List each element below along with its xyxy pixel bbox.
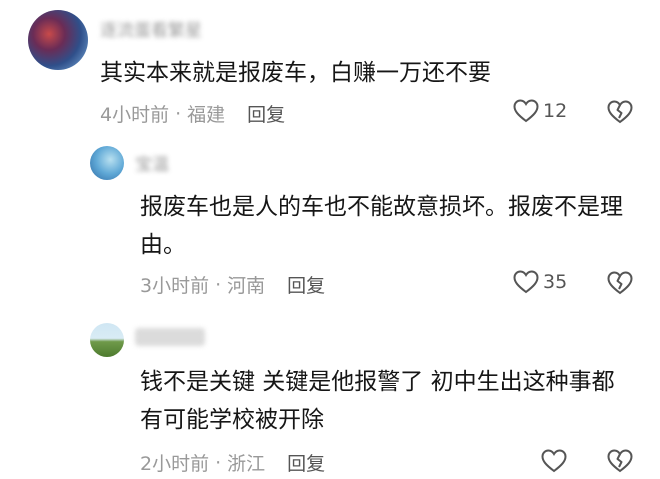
like-button[interactable]: 12 (513, 99, 567, 123)
like-button[interactable] (541, 449, 567, 473)
dislike-button[interactable] (607, 271, 633, 299)
heart-outline-icon (513, 99, 539, 123)
reply-button[interactable]: 回复 (247, 100, 285, 127)
avatar[interactable] (28, 10, 88, 70)
location: 浙江 (227, 453, 266, 475)
broken-heart-icon (607, 100, 633, 124)
username[interactable]: 逐流蛋看繁星 (100, 16, 202, 41)
meta-separator: · (215, 273, 222, 296)
meta-separator: · (175, 102, 182, 125)
comment-meta: 2小时前 · 浙江 回复 (140, 449, 325, 476)
location: 福建 (187, 104, 226, 126)
like-count: 35 (543, 271, 568, 293)
avatar[interactable] (90, 323, 124, 357)
like-count: 12 (543, 100, 568, 122)
comment-meta: 4小时前 · 福建 回复 (100, 100, 285, 127)
timestamp: 4小时前 (100, 104, 170, 126)
broken-heart-icon (607, 271, 633, 295)
reply-button[interactable]: 回复 (287, 449, 325, 476)
username[interactable]: 宝温 (135, 150, 169, 175)
avatar[interactable] (90, 146, 124, 180)
location: 河南 (227, 275, 266, 297)
comment-text: 报废车也是人的车也不能故意损坏。报废不是理由。 (140, 194, 623, 258)
broken-heart-icon (607, 449, 633, 473)
heart-outline-icon (513, 270, 539, 294)
dislike-button[interactable] (607, 100, 633, 128)
comment-meta: 3小时前 · 河南 回复 (140, 271, 325, 298)
timestamp: 2小时前 (140, 453, 210, 475)
heart-outline-icon (541, 449, 567, 473)
like-button[interactable]: 35 (513, 270, 567, 294)
comment-text: 钱不是关键 关键是他报警了 初中生出这种事都有可能学校被开除 (140, 369, 615, 433)
username[interactable] (135, 328, 205, 346)
meta-separator: · (215, 451, 222, 474)
comment-text: 其实本来就是报废车，白赚一万还不要 (100, 60, 491, 86)
dislike-button[interactable] (607, 449, 633, 477)
reply-button[interactable]: 回复 (287, 271, 325, 298)
timestamp: 3小时前 (140, 275, 210, 297)
